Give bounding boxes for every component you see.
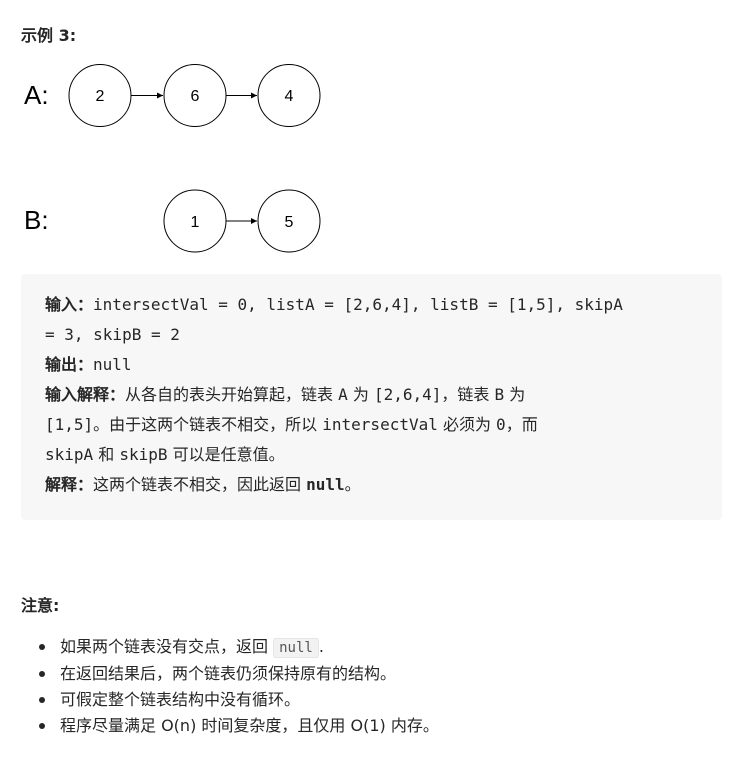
explanation-line: 解释：这两个链表不相交，因此返回 null。 <box>45 475 361 494</box>
list-a-node-value: 2 <box>96 88 105 105</box>
list-b-node-value: 1 <box>191 214 200 231</box>
input-line-1: 输入：intersectVal = 0, listA = [2,6,4], li… <box>45 295 623 314</box>
list-b-label: B: <box>24 205 49 235</box>
input-explanation-line-1: 输入解释：从各自的表头开始算起，链表 A 为 [2,6,4]，链表 B 为 <box>45 385 526 404</box>
input-line-2: = 3, skipB = 2 <box>45 325 180 344</box>
list-b-node-value: 5 <box>285 214 294 231</box>
notes-list: 如果两个链表没有交点，返回 null. 在返回结果后，两个链表仍须保持原有的结构… <box>39 634 439 739</box>
output-line: 输出：null <box>45 355 132 374</box>
list-a-node-value: 4 <box>285 88 294 105</box>
list-item: 可假定整个链表结构中没有循环。 <box>39 687 439 713</box>
notes-heading: 注意: <box>21 596 60 615</box>
example-code-block: 输入：intersectVal = 0, listA = [2,6,4], li… <box>21 274 722 520</box>
inline-code: null <box>273 638 319 658</box>
list-item: 如果两个链表没有交点，返回 null. <box>39 634 439 661</box>
list-item: 在返回结果后，两个链表仍须保持原有的结构。 <box>39 661 439 687</box>
linked-list-diagram: A: 2 6 4 B: 1 5 <box>24 64 321 253</box>
input-explanation-line-2: [1,5]。由于这两个链表不相交，所以 intersectVal 必须为 0，而 <box>45 415 538 434</box>
example-heading: 示例 3: <box>21 26 77 45</box>
input-explanation-line-3: skipA 和 skipB 可以是任意值。 <box>45 445 285 464</box>
list-item: 程序尽量满足 O(n) 时间复杂度，且仅用 O(1) 内存。 <box>39 713 439 739</box>
list-a-label: A: <box>24 80 49 110</box>
list-a-node-value: 6 <box>191 88 200 105</box>
